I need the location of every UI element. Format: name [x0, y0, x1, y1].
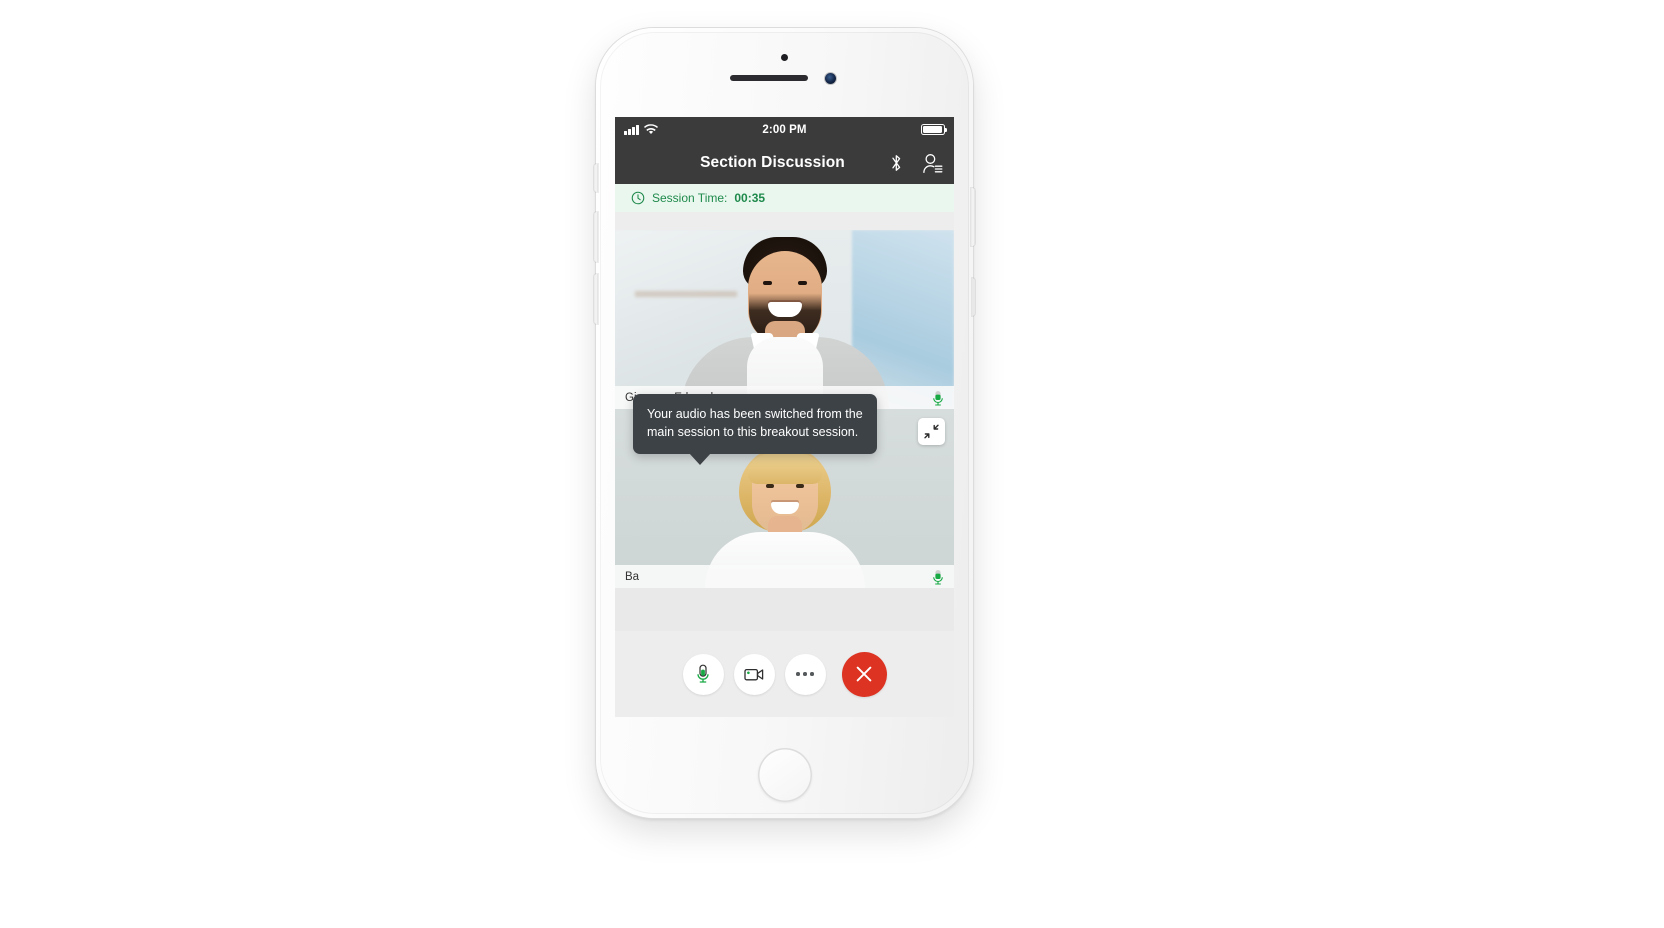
clock-icon: [631, 191, 645, 205]
status-bar: 2:00 PM: [615, 117, 954, 142]
volume-down-button[interactable]: [594, 274, 598, 324]
battery-full-icon: [921, 124, 948, 135]
video-camera-icon: [744, 668, 764, 680]
close-x-icon: [856, 666, 872, 682]
bluetooth-icon[interactable]: [885, 151, 907, 175]
cellular-signal-icon: [624, 125, 639, 135]
sim-tray: [972, 278, 975, 316]
microphone-level-icon: [697, 664, 709, 683]
volume-up-button[interactable]: [594, 212, 598, 262]
participant-name: Ba: [625, 570, 640, 583]
more-options-button[interactable]: [784, 653, 826, 695]
status-bar-right: [921, 124, 948, 135]
screenshot-canvas: 2:00 PM Section Discussion Session Time:…: [0, 0, 1664, 928]
banner-spacer: [615, 212, 954, 230]
status-bar-clock: 2:00 PM: [762, 123, 807, 136]
microphone-active-icon: [933, 569, 943, 585]
home-button[interactable]: [757, 748, 812, 802]
nav-actions: [885, 151, 944, 175]
proximity-sensor-icon: [781, 54, 788, 61]
session-time-value: 00:35: [734, 191, 766, 205]
phone-device: 2:00 PM Section Discussion Session Time:…: [594, 28, 975, 818]
session-time-label: Session Time:: [652, 191, 728, 205]
wifi-icon: [643, 124, 658, 135]
phone-screen: 2:00 PM Section Discussion Session Time:…: [615, 117, 954, 717]
power-button[interactable]: [971, 188, 975, 246]
ellipsis-icon: [796, 672, 814, 676]
video-tile-giacomo[interactable]: Giacomo Edwards: [615, 230, 954, 409]
participants-list-icon[interactable]: [922, 151, 944, 175]
earpiece-speaker: [729, 75, 808, 81]
status-bar-left: [624, 124, 658, 135]
participant-name-bar: Ba: [615, 565, 954, 588]
session-time-banner: Session Time: 00:35: [615, 184, 954, 212]
call-control-bar: [615, 631, 954, 717]
leave-session-button[interactable]: [841, 651, 887, 697]
front-camera-icon: [824, 73, 836, 84]
navigation-bar: Section Discussion: [615, 142, 954, 184]
microphone-active-icon: [933, 390, 943, 406]
tooltip-message: Your audio has been switched from the ma…: [647, 407, 863, 439]
audio-switched-tooltip: Your audio has been switched from the ma…: [633, 394, 877, 464]
video-camera-button[interactable]: [733, 653, 775, 695]
collapse-inward-icon[interactable]: [918, 418, 945, 445]
silent-switch[interactable]: [594, 164, 598, 192]
microphone-button[interactable]: [682, 653, 724, 695]
